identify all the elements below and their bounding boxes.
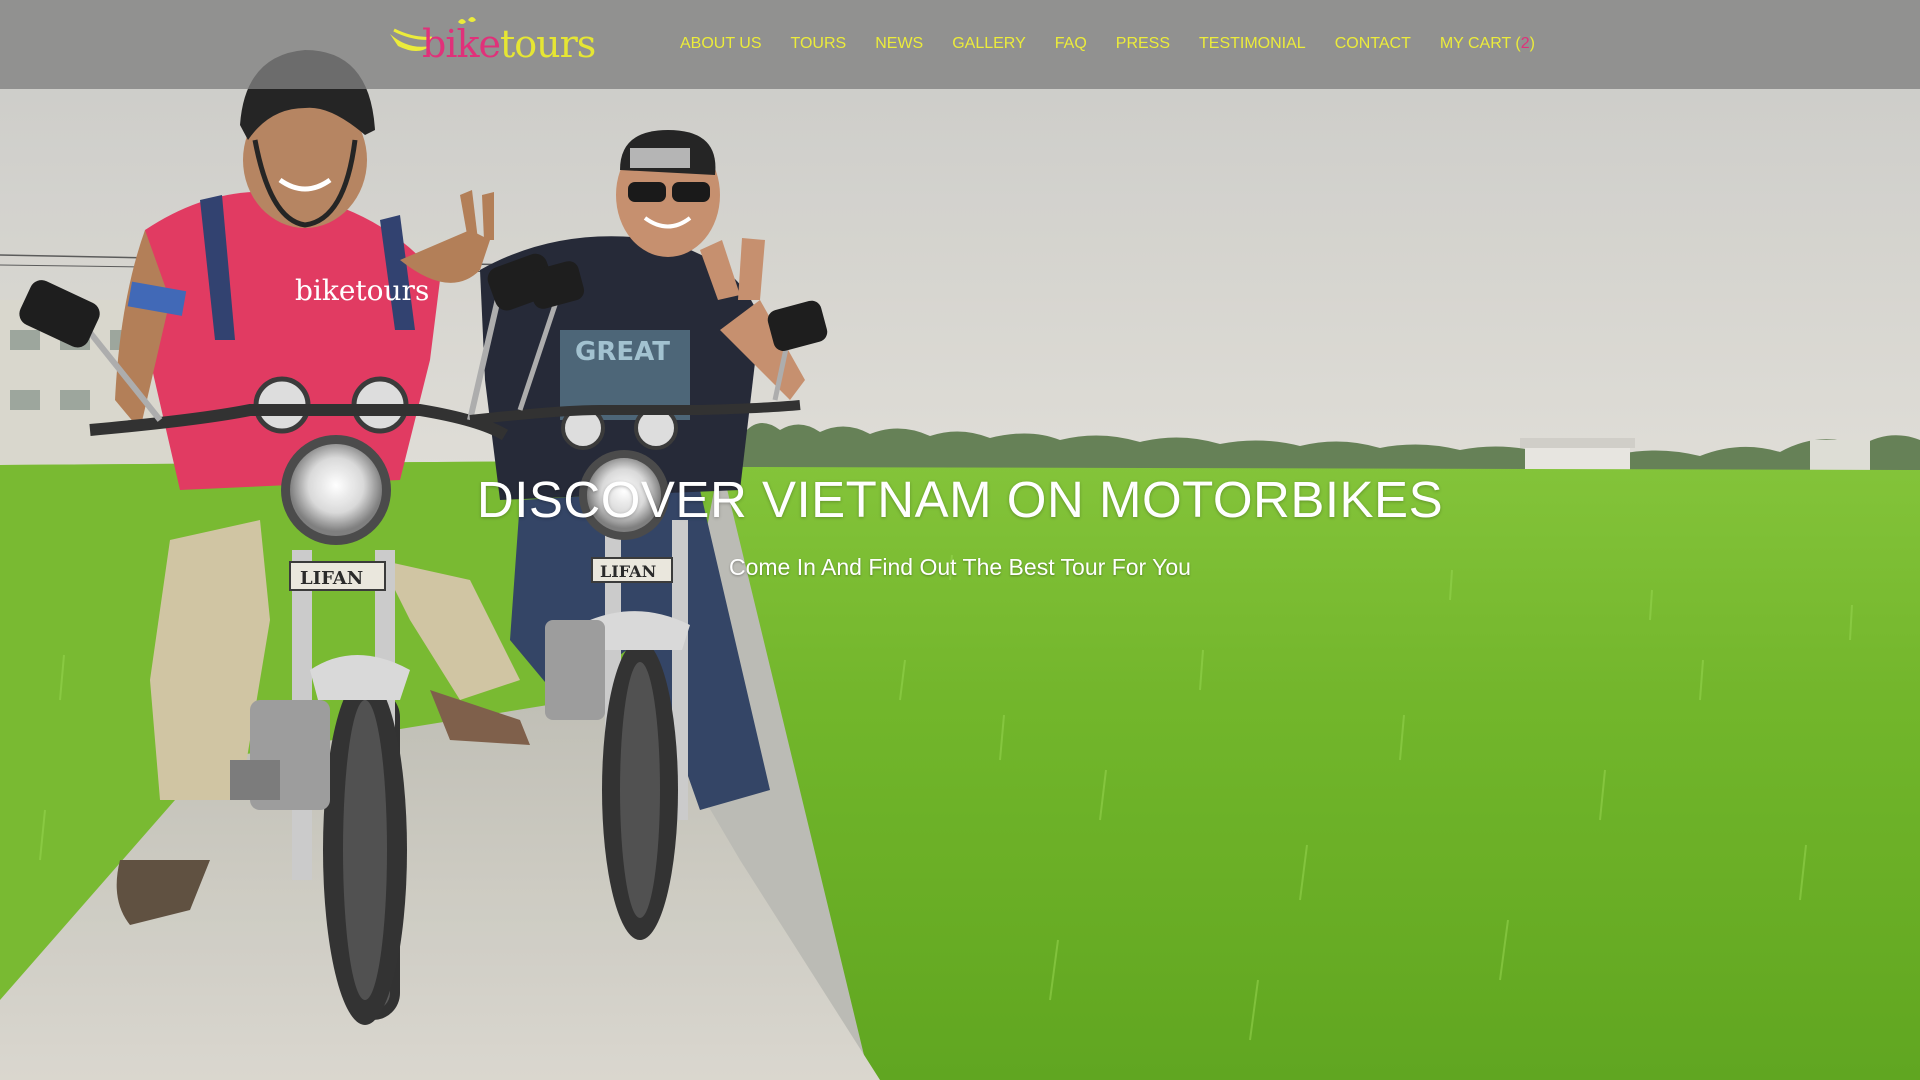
nav-item-contact[interactable]: CONTACT <box>1335 34 1411 56</box>
nav-item-tours[interactable]: TOURS <box>791 34 847 56</box>
hero-title: DISCOVER VIETNAM ON MOTORBIKES <box>476 471 1444 528</box>
logo-prefix: bike <box>422 22 501 66</box>
hero-background-photo: biketours GREAT LIFAN LIFAN <box>0 0 1920 1080</box>
logo-wordmark: biketours <box>422 22 596 66</box>
cart-count-badge: 2 <box>1520 35 1530 52</box>
main-nav: ABOUT US TOURS NEWS GALLERY FAQ PRESS TE… <box>680 34 1535 56</box>
nav-item-testimonial[interactable]: TESTIMONIAL <box>1199 34 1306 56</box>
nav-item-faq[interactable]: FAQ <box>1055 34 1087 56</box>
site-logo[interactable]: biketours <box>388 16 596 72</box>
cart-label-close: ) <box>1529 35 1535 52</box>
cart-label: MY CART ( <box>1439 35 1521 52</box>
nav-item-news[interactable]: NEWS <box>875 34 923 56</box>
nav-item-about-us[interactable]: ABOUT US <box>680 34 762 56</box>
hero-banner: biketours GREAT LIFAN LIFAN biketours AB… <box>0 0 1920 1080</box>
site-header: biketours ABOUT US TOURS NEWS GALLERY FA… <box>0 0 1920 89</box>
nav-item-press[interactable]: PRESS <box>1116 34 1170 56</box>
logo-suffix: tours <box>500 22 596 66</box>
nav-item-my-cart[interactable]: MY CART (2) <box>1440 34 1535 56</box>
nav-item-gallery[interactable]: GALLERY <box>952 34 1026 56</box>
hero-subtitle: Come In And Find Out The Best Tour For Y… <box>729 554 1191 580</box>
